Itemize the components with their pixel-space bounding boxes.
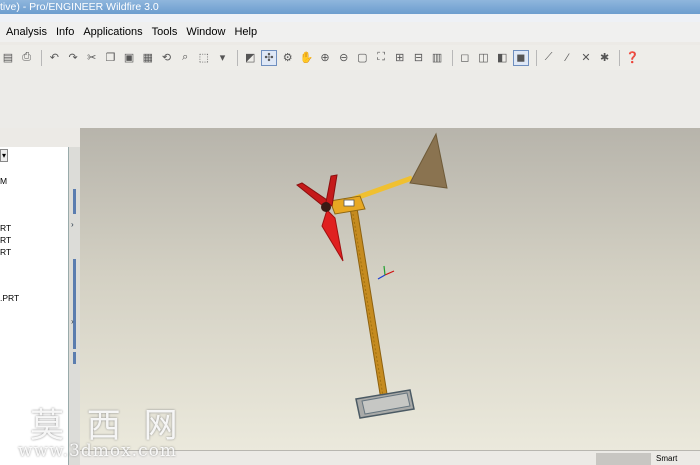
redo-icon[interactable]: ↷ [65, 50, 81, 66]
find-icon[interactable]: ⌕ [177, 50, 193, 66]
zoom-in-icon[interactable]: ⊕ [317, 50, 333, 66]
toolbar-divider [619, 49, 621, 66]
copy-icon[interactable]: ❐ [102, 50, 118, 66]
watermark-logo: 莫 西 网 [30, 406, 184, 446]
tree-item[interactable]: RT [0, 223, 11, 233]
empty-toolbar-area [0, 70, 700, 128]
repaint-icon[interactable]: ◩ [242, 50, 258, 66]
collapse-arrow-icon[interactable]: › [71, 317, 74, 326]
zoom-out-icon[interactable]: ⊖ [336, 50, 352, 66]
menu-tools[interactable]: Tools [152, 26, 178, 38]
menu-bar: Analysis Info Applications Tools Window … [0, 22, 700, 42]
window-title-bar: tive) - Pro/ENGINEER Wildfire 3.0 [0, 0, 700, 14]
status-progress-field [596, 453, 651, 465]
blade-lower [321, 209, 344, 262]
csys-x-axis [384, 270, 395, 276]
select-box-icon[interactable]: ⬚ [196, 50, 212, 66]
csys-z-axis [377, 274, 386, 280]
tree-item[interactable]: RT [0, 235, 11, 245]
shading-icon[interactable]: ◼ [512, 49, 529, 66]
refit-icon[interactable]: ▢ [354, 50, 370, 66]
toolbar-divider [535, 49, 537, 66]
point-display-icon[interactable]: ✕ [578, 50, 594, 66]
menu-info[interactable]: Info [56, 26, 74, 38]
datum-points-icon[interactable]: ⊟ [410, 50, 426, 66]
splitter-handle[interactable] [73, 352, 76, 364]
spin-center-icon[interactable]: ✣ [260, 49, 277, 66]
wireframe-icon[interactable]: ◻ [457, 50, 473, 66]
open-icon[interactable]: ▤ [0, 50, 16, 66]
tree-combo-box[interactable]: ▾ [0, 149, 8, 162]
filter-selector[interactable]: Smart [656, 453, 700, 465]
cut-icon[interactable]: ✂ [84, 50, 100, 66]
undo-icon[interactable]: ↶ [46, 50, 62, 66]
collapse-arrow-icon[interactable]: › [71, 220, 74, 229]
toolbar-divider [451, 49, 453, 66]
help-icon[interactable]: ❓ [624, 50, 640, 66]
no-hidden-icon[interactable]: ◧ [494, 50, 510, 66]
window-title: tive) - Pro/ENGINEER Wildfire 3.0 [0, 1, 159, 13]
paste-special-icon[interactable]: ▦ [140, 50, 156, 66]
tail-fin [409, 132, 448, 189]
menu-help[interactable]: Help [234, 26, 257, 38]
print-icon[interactable]: ⎙ [19, 50, 35, 66]
menu-applications[interactable]: Applications [83, 26, 142, 38]
nacelle-slot [343, 199, 355, 207]
axis-display-icon[interactable]: ⁄ [559, 50, 575, 66]
main-toolbar: ▤ ⎙ ↶ ↷ ✂ ❐ ▣ ▦ ⟲ ⌕ ⬚ ▾ ◩ ✣ ⚙ ✋ ⊕ ⊖ ▢ ⛶ … [0, 45, 700, 70]
datum-axes-icon[interactable]: ⊞ [392, 50, 408, 66]
toolbar-divider [41, 49, 43, 66]
paste-icon[interactable]: ▣ [121, 50, 137, 66]
csys-display-icon[interactable]: ✱ [597, 50, 613, 66]
regenerate-icon[interactable]: ⟲ [159, 50, 175, 66]
orient-icon[interactable]: ⚙ [280, 50, 296, 66]
datum-planes-icon[interactable]: ⛶ [373, 50, 389, 66]
splitter-handle[interactable] [73, 259, 76, 349]
tree-item[interactable]: .PRT [0, 293, 19, 303]
pan-icon[interactable]: ✋ [298, 50, 314, 66]
sketch-plane-icon[interactable]: ⟋ [541, 50, 557, 66]
menu-window[interactable]: Window [186, 26, 225, 38]
rotor-hub [321, 202, 331, 212]
tower-pole [349, 207, 389, 401]
watermark-url: www.3dmox.com [18, 441, 177, 461]
hidden-line-icon[interactable]: ◫ [476, 50, 492, 66]
tower-thread [352, 213, 384, 397]
tree-item[interactable]: M [0, 176, 7, 186]
csys-y-axis [383, 265, 386, 276]
menu-analysis[interactable]: Analysis [6, 26, 47, 38]
dropdown-arrow-icon[interactable]: ▾ [215, 50, 231, 66]
title-gap [0, 14, 700, 22]
csys-icon[interactable]: ▥ [429, 50, 445, 66]
splitter-handle[interactable] [73, 189, 76, 214]
toolbar-divider [237, 49, 239, 66]
tree-item[interactable]: RT [0, 247, 11, 257]
